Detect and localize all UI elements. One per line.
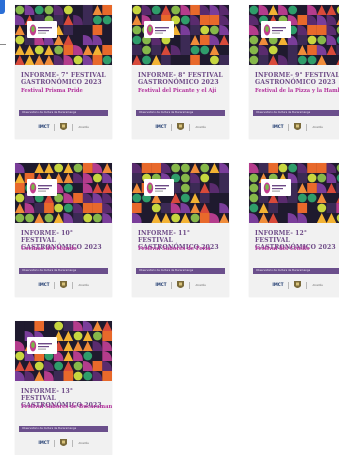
partner-text: Alcaldía	[195, 125, 206, 129]
observatory-logo	[27, 21, 57, 38]
partner-text: Alcaldía	[195, 283, 206, 287]
partner-text: Alcaldía	[78, 441, 89, 445]
imct-logo: IMCT	[38, 440, 50, 445]
card-footer: IMCT Alcaldía	[15, 279, 112, 291]
footer-divider	[306, 123, 308, 131]
imct-logo: IMCT	[272, 282, 284, 287]
festival-name: Festival Sabores de Feria	[138, 246, 211, 252]
observatory-logo	[144, 21, 174, 38]
footer-divider	[189, 281, 191, 289]
festival-name: Festival Sabores de Bucaramanga	[21, 404, 112, 410]
observatory-logo	[261, 179, 291, 196]
card-footer: IMCT Alcaldía	[15, 437, 112, 449]
observatory-band: Observatorio de Cultura de Bucaramanga	[136, 268, 225, 274]
card-footer: IMCT Alcaldía	[15, 121, 112, 133]
coat-of-arms-icon	[60, 122, 68, 130]
footer-divider	[54, 439, 56, 447]
imct-logo: IMCT	[272, 124, 284, 129]
observatory-band: Observatorio de Cultura de Bucaramanga	[19, 268, 108, 274]
report-card-13[interactable]: INFORME- 13° FESTIVAL GASTRONÓMICO 2023 …	[15, 321, 112, 455]
footer-divider	[72, 281, 74, 289]
report-card-10[interactable]: INFORME- 10° FESTIVAL GASTRONÓMICO 2023 …	[15, 163, 112, 297]
observatory-band: Observatorio de Cultura de Bucaramanga	[253, 268, 339, 274]
imct-logo: IMCT	[155, 282, 167, 287]
footer-divider	[189, 123, 191, 131]
card-footer: IMCT Alcaldía	[249, 279, 339, 291]
card-footer: IMCT Alcaldía	[132, 121, 229, 133]
festival-name: Festival Prisma Pride	[21, 88, 83, 94]
imct-logo: IMCT	[38, 282, 50, 287]
partner-text: Alcaldía	[312, 283, 323, 287]
footer-divider	[72, 123, 74, 131]
report-grid: INFORME- 7° FESTIVAL GASTRONÓMICO 2023 F…	[15, 5, 339, 455]
report-title: INFORME- 8° FESTIVAL GASTRONÓMICO 2023	[138, 72, 223, 87]
festival-name: Festival del Criollo	[255, 246, 310, 252]
observatory-logo	[144, 179, 174, 196]
observatory-logo	[27, 337, 57, 354]
festival-name: Cocinas del Mundo	[21, 246, 77, 252]
report-card-9[interactable]: INFORME- 9° FESTIVAL GASTRONÓMICO 2023 F…	[249, 5, 339, 139]
footer-divider	[306, 281, 308, 289]
report-title: INFORME- 9° FESTIVAL GASTRONÓMICO 2023	[255, 72, 339, 87]
partner-text: Alcaldía	[78, 125, 89, 129]
partner-text: Alcaldía	[78, 283, 89, 287]
footer-divider	[288, 123, 290, 131]
coat-of-arms-icon	[294, 280, 302, 288]
coat-of-arms-icon	[60, 438, 68, 446]
report-card-7[interactable]: INFORME- 7° FESTIVAL GASTRONÓMICO 2023 F…	[15, 5, 112, 139]
footer-divider	[171, 281, 173, 289]
window-edge-divider	[0, 44, 6, 45]
coat-of-arms-icon	[294, 122, 302, 130]
card-footer: IMCT Alcaldía	[249, 121, 339, 133]
observatory-band: Observatorio de Cultura de Bucaramanga	[19, 426, 108, 432]
footer-divider	[54, 123, 56, 131]
footer-divider	[72, 439, 74, 447]
footer-divider	[171, 123, 173, 131]
report-card-12[interactable]: INFORME- 12° FESTIVAL GASTRONÓMICO 2023 …	[249, 163, 339, 297]
observatory-band: Observatorio de Cultura de Bucaramanga	[136, 110, 225, 116]
imct-logo: IMCT	[38, 124, 50, 129]
report-card-8[interactable]: INFORME- 8° FESTIVAL GASTRONÓMICO 2023 F…	[132, 5, 229, 139]
card-footer: IMCT Alcaldía	[132, 279, 229, 291]
window-edge-tab	[0, 0, 5, 14]
footer-divider	[54, 281, 56, 289]
observatory-band: Observatorio de Cultura de Bucaramanga	[19, 110, 108, 116]
festival-name: Festival del Picante y el Ají	[138, 88, 217, 94]
coat-of-arms-icon	[177, 122, 185, 130]
imct-logo: IMCT	[155, 124, 167, 129]
footer-divider	[288, 281, 290, 289]
observatory-logo	[27, 179, 57, 196]
report-card-11[interactable]: INFORME- 11° FESTIVAL GASTRONÓMICO 2023 …	[132, 163, 229, 297]
coat-of-arms-icon	[60, 280, 68, 288]
partner-text: Alcaldía	[312, 125, 323, 129]
report-title: INFORME- 7° FESTIVAL GASTRONÓMICO 2023	[21, 72, 106, 87]
observatory-band: Observatorio de Cultura de Bucaramanga	[253, 110, 339, 116]
festival-name: Festival de la Pizza y la Hamburguesa	[255, 88, 339, 94]
coat-of-arms-icon	[177, 280, 185, 288]
observatory-logo	[261, 21, 291, 38]
